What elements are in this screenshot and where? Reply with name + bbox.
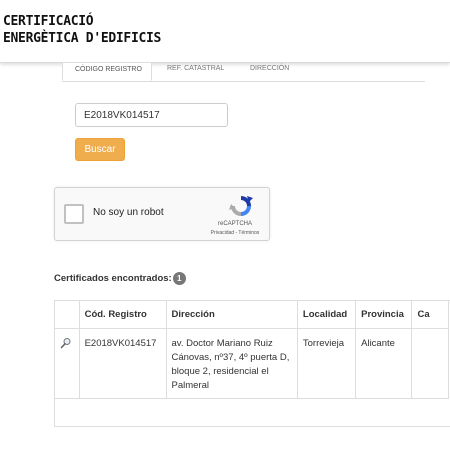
row-action-cell [55,328,80,399]
buscar-button[interactable]: Buscar [75,138,125,161]
cell-codigo-registro: E2018VK014517 [78,328,167,399]
header-action [55,301,80,329]
header-ca: Ca [411,301,449,329]
table-row[interactable]: E2018VK014517 av. Doctor Mariano Ruiz Cá… [55,328,449,399]
codigo-registro-input[interactable] [75,103,228,127]
recaptcha-links[interactable]: Privacidad - Términos [198,230,272,236]
results-title-text: Certificados encontrados: [54,273,172,285]
header-codigo-registro: Cód. Registro [78,301,167,329]
tab-direccion[interactable]: DIRECCIÓN [238,62,301,81]
header-direccion: Dirección [165,301,298,329]
logo-line-2: ENERGÈTICA D'EDIFICIS [3,31,162,46]
cell-direccion: av. Doctor Mariano Ruiz Cánovas, nº37, 4… [165,328,298,399]
table-header-row: Cód. Registro Dirección Localidad Provin… [55,301,449,329]
recaptcha-label: No soy un robot [93,207,164,218]
magnifier-icon[interactable] [60,337,72,349]
results-count-badge: 1 [172,272,186,285]
cell-ca [411,328,449,399]
site-header: CERTIFICACIÓ ENERGÈTICA D'EDIFICIS [0,0,450,63]
recaptcha-brand: reCAPTCHA [217,221,252,227]
recaptcha-checkbox[interactable] [64,204,84,224]
results-heading: Certificados encontrados: 1 [54,272,186,285]
cell-localidad: Torrevieja [296,328,357,399]
cell-provincia: Alicante [355,328,413,399]
results-table-container: Cód. Registro Dirección Localidad Provin… [54,300,450,427]
search-tabs: CÓDIGO REGISTRO REF. CATASTRAL DIRECCIÓN [62,62,425,82]
header-provincia: Provincia [355,301,413,329]
logo-line-1: CERTIFICACIÓ [3,14,94,29]
tab-ref-catastral[interactable]: REF. CATASTRAL [155,62,236,81]
site-logo[interactable]: CERTIFICACIÓ ENERGÈTICA D'EDIFICIS [3,13,161,47]
recaptcha-widget: No soy un robot reCAPTCHA Privacidad - T… [54,187,270,241]
header-localidad: Localidad [296,301,357,329]
tab-codigo-registro[interactable]: CÓDIGO REGISTRO [62,62,152,81]
results-table: Cód. Registro Dirección Localidad Provin… [55,301,449,399]
recaptcha-logo-icon [229,196,253,216]
